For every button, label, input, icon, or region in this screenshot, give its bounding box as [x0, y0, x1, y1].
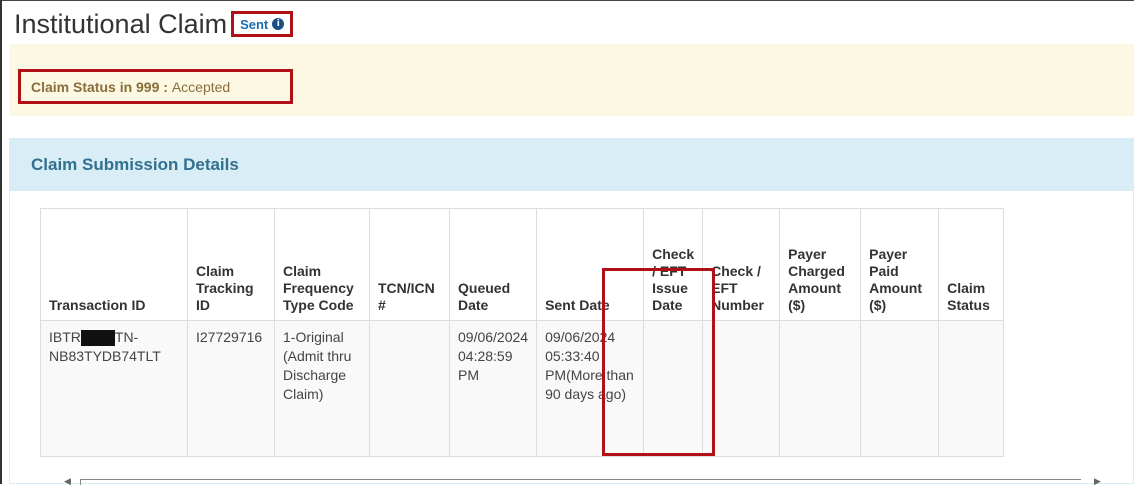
col-check-number[interactable]: Check / EFT Number [702, 208, 781, 321]
cell-claim-status [938, 320, 1005, 457]
claim-submission-table: Transaction ID Claim Tracking ID Claim F… [40, 208, 1005, 457]
cell-sent-date: 09/06/2024 05:33:40 PM(More than 90 days… [536, 320, 645, 457]
cell-tcn-icn [369, 320, 450, 457]
cell-check-issue-date [643, 320, 704, 457]
cell-claim-tracking-id: I27729716 [187, 320, 275, 457]
sent-status-label: Sent [240, 16, 269, 32]
cell-check-number [702, 320, 781, 457]
claim-status-value: Accepted [171, 78, 231, 95]
scroll-right-arrow-icon[interactable]: ▶ [1094, 476, 1101, 487]
cell-paid-amount [860, 320, 940, 457]
claim-status-highlight: Claim Status in 999 : Accepted [18, 69, 293, 104]
scroll-left-arrow-icon[interactable]: ◀ [64, 476, 71, 487]
panel-title: Claim Submission Details [10, 139, 1133, 191]
col-charged-amount[interactable]: Payer Charged Amount ($) [779, 208, 862, 321]
col-paid-amount[interactable]: Payer Paid Amount ($) [860, 208, 940, 321]
sent-status-badge[interactable]: Sent i [231, 11, 294, 37]
page-header: Institutional Claim Sent i [14, 4, 294, 44]
cell-transaction-id: IBTR TN-NB83TYDB74TLT [40, 320, 188, 457]
col-sent-date[interactable]: Sent Date [536, 208, 645, 321]
page-title: Institutional Claim [14, 8, 228, 39]
col-transaction-id[interactable]: Transaction ID [40, 208, 188, 321]
col-claim-status[interactable]: Claim Status [938, 208, 1005, 321]
col-tcn-icn[interactable]: TCN/ICN # [369, 208, 450, 321]
col-frequency-code[interactable]: Claim Frequency Type Code [274, 208, 370, 321]
horizontal-scrollbar[interactable] [80, 479, 1081, 485]
cell-charged-amount [779, 320, 862, 457]
col-check-issue-date[interactable]: Check / EFT Issue Date [643, 208, 704, 321]
redaction-block [80, 330, 115, 347]
claim-status-label: Claim Status in 999 : [31, 78, 168, 95]
col-queued-date[interactable]: Queued Date [448, 208, 538, 321]
table-header-row: Transaction ID Claim Tracking ID Claim F… [40, 208, 1005, 321]
info-circle-icon[interactable]: i [272, 18, 285, 30]
cell-frequency-code: 1-Original (Admit thru Discharge Claim) [274, 320, 370, 457]
cell-queued-date: 09/06/2024 04:28:59 PM [448, 320, 538, 457]
transaction-id-prefix: IBTR [49, 329, 81, 345]
table-row: IBTR TN-NB83TYDB74TLT I27729716 1-Origina… [40, 320, 1005, 457]
col-claim-tracking-id[interactable]: Claim Tracking ID [187, 208, 275, 321]
